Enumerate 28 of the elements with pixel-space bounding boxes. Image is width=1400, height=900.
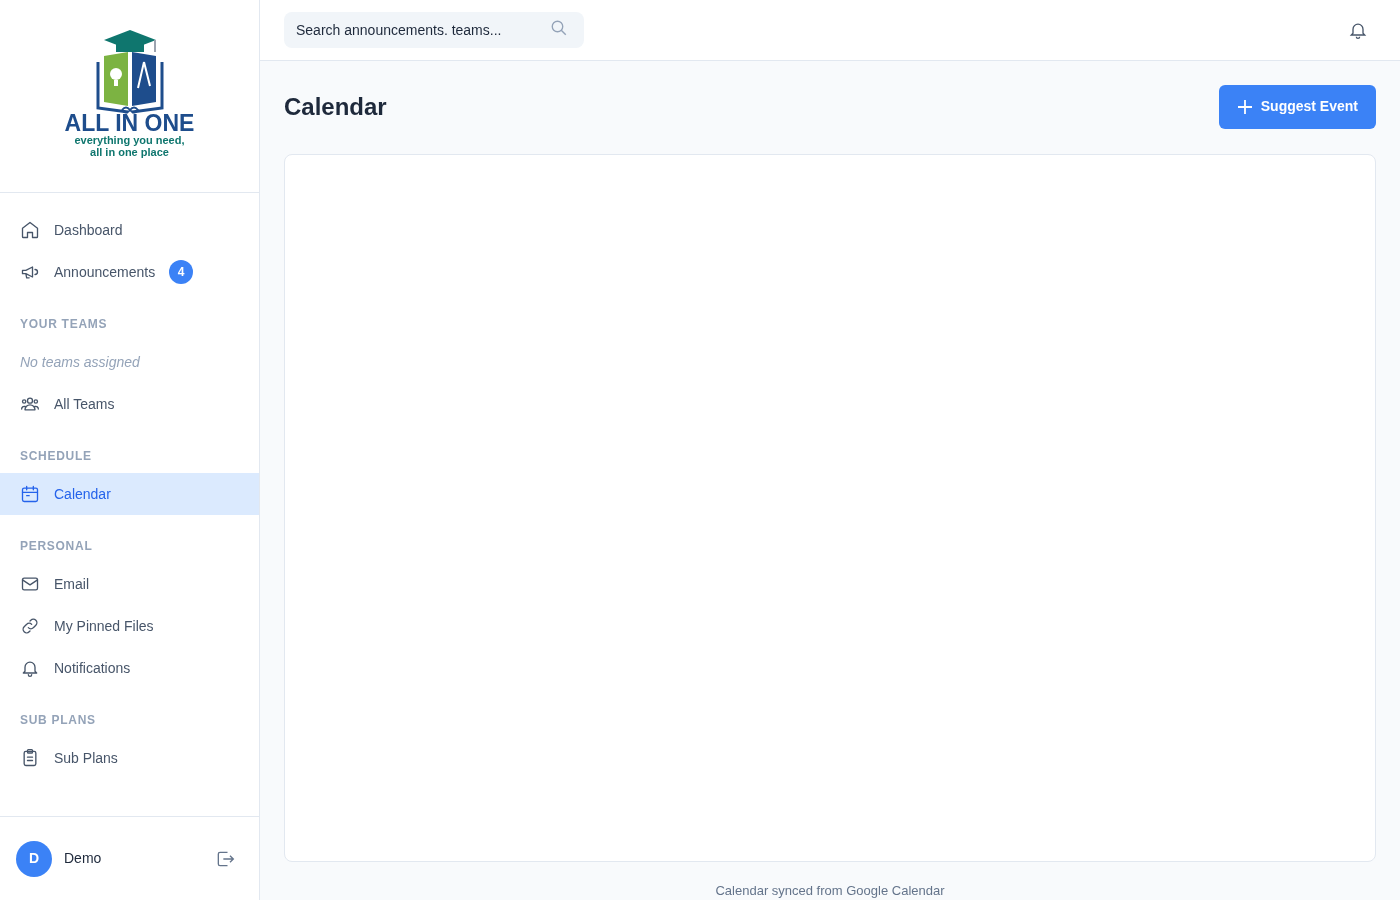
logo-title: ALL IN ONE [64,112,195,134]
sidebar-item[interactable]: Notifications [0,647,259,689]
sidebar-item[interactable]: Sub Plans [0,737,259,779]
search-field[interactable]: Search announcements. teams... [284,11,584,48]
empty-note: No teams assigned [19,352,141,372]
count-badge: 4 [169,260,194,284]
plus-icon [1236,98,1253,115]
section-heading: SCHEDULE [19,448,93,465]
calendar-icon [20,484,40,504]
suggest-event-button[interactable]: Suggest Event [1218,84,1376,129]
page-title: Calendar [284,91,387,122]
section-heading: SUB PLANS [19,712,97,729]
section-heading: PERSONAL [19,538,94,555]
sidebar-item[interactable]: Announcements 4 [0,251,259,293]
link-icon [20,616,40,636]
user-name: Demo [64,849,103,868]
sidebar-item[interactable]: Dashboard [0,209,259,251]
logo-tagline: all in one place [90,146,169,158]
sync-note: Calendar synced from Google Calendar [714,881,946,900]
sidebar-item[interactable]: All Teams [0,383,259,425]
logo-tagline: everything you need, [74,134,185,146]
sidebar-item[interactable]: Calendar [0,473,259,515]
home-icon [20,220,40,240]
section-heading: YOUR TEAMS [19,316,109,333]
search-icon [550,18,568,37]
user-avatar: D [16,840,52,877]
sidebar-item[interactable]: My Pinned Files [0,605,259,647]
sidebar-item[interactable]: Email [0,563,259,605]
